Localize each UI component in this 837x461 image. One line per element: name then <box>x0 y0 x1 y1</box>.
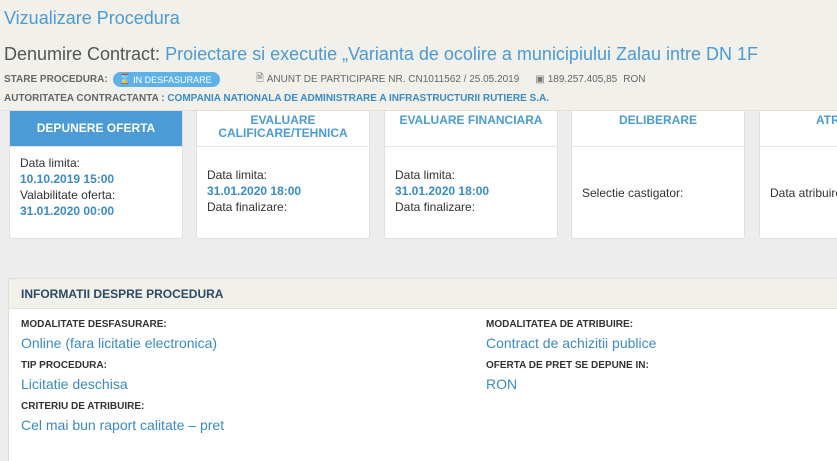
authority-label: AUTORITATEA CONTRACTANTA : <box>4 93 165 104</box>
stage-label: Selectie castigator: <box>582 186 684 200</box>
field-oferta-pret: OFERTA DE PRET SE DEPUNE IN: RON <box>486 360 649 392</box>
stage-body: Selectie castigator: <box>572 147 744 209</box>
field-criteriu-atribuire: CRITERIU DE ATRIBUIRE: Cel mai bun rapor… <box>21 401 224 433</box>
stage-label: Valabilitate oferta: <box>20 188 116 202</box>
stage-body: Data atribuire: <box>760 147 837 209</box>
hourglass-icon: ⌛ <box>118 74 132 85</box>
field-value: Licitatie deschisa <box>21 376 128 392</box>
contract-line: Denumire Contract: Proiectare si executi… <box>4 44 758 65</box>
stage-label: Data atribuire: <box>770 186 837 200</box>
panel-title: INFORMATII DESPRE PROCEDURA <box>9 279 837 309</box>
notice-link[interactable]: 🗎 ANUNT DE PARTICIPARE NR. CN1011562 / 2… <box>256 71 520 88</box>
stage-label: Data finalizare: <box>395 200 476 214</box>
stage-date: 31.01.2020 18:00 <box>207 184 302 198</box>
currency-text: RON <box>623 74 646 85</box>
stage-evaluare-financiara[interactable]: EVALUARE FINANCIARA Data limita: 31.01.2… <box>384 111 558 239</box>
stage-deliberare[interactable]: DELIBERARE Selectie castigator: <box>571 111 745 239</box>
field-label: TIP PROCEDURA: <box>21 360 107 371</box>
field-label: MODALITATEA DE ATRIBUIRE: <box>486 319 634 330</box>
amount-text: 189.257.405,85 <box>547 74 618 85</box>
status-badge: ⌛ IN DESFASURARE <box>112 72 220 87</box>
contract-label: Denumire Contract: <box>4 44 161 64</box>
page-title: Vizualizare Procedura <box>4 8 180 28</box>
stage-label: Data limita: <box>20 156 81 170</box>
notice-text: ANUNT DE PARTICIPARE NR. CN1011562 / 25.… <box>266 74 520 85</box>
stage-label: Data limita: <box>207 168 268 182</box>
field-label: CRITERIU DE ATRIBUIRE: <box>21 401 145 412</box>
field-tip-procedura: TIP PROCEDURA: Licitatie deschisa <box>21 360 128 392</box>
estimated-value: ▣ 189.257.405,85 RON <box>535 74 645 85</box>
status-label: STARE PROCEDURA: <box>4 74 108 85</box>
stage-body: Data limita: 10.10.2019 15:00 Valabilita… <box>10 147 182 227</box>
stage-body: Data limita: 31.01.2020 18:00 Data final… <box>385 147 557 223</box>
stage-label: Data limita: <box>395 168 456 182</box>
contract-name: Proiectare si executie „Varianta de ocol… <box>165 44 759 64</box>
stage-evaluare-tehnica[interactable]: EVALUARE CALIFICARE/TEHNICA Data limita:… <box>196 111 370 239</box>
stage-title: DEPUNERE OFERTA <box>10 111 182 147</box>
money-icon: ▣ <box>535 74 545 85</box>
field-label: OFERTA DE PRET SE DEPUNE IN: <box>486 360 649 371</box>
meta-line: STARE PROCEDURA: ⌛ IN DESFASURARE 🗎 ANUN… <box>4 71 645 88</box>
stage-body: Data limita: 31.01.2020 18:00 Data final… <box>197 147 369 223</box>
status-badge-text: IN DESFASURARE <box>133 74 212 85</box>
procedure-header: Vizualizare Procedura Denumire Contract:… <box>0 0 837 111</box>
stage-date: 31.01.2020 00:00 <box>20 204 115 218</box>
stage-title: DELIBERARE <box>572 111 744 147</box>
field-value: RON <box>486 376 518 392</box>
stage-title: EVALUARE CALIFICARE/TEHNICA <box>197 111 369 147</box>
field-value: Contract de achizitii publice <box>486 335 657 351</box>
field-label: MODALITATE DESFASURARE: <box>21 319 167 330</box>
stage-label: Data finalizare: <box>207 200 288 214</box>
field-modalitate-desfasurare: MODALITATE DESFASURARE: Online (fara lic… <box>21 319 217 351</box>
stage-date: 31.01.2020 18:00 <box>395 184 490 198</box>
stage-title: ATRIBUIRE <box>760 111 837 147</box>
stage-atribuire[interactable]: ATRIBUIRE Data atribuire: <box>759 111 837 239</box>
field-value: Cel mai bun raport calitate – pret <box>21 417 225 433</box>
document-icon: 🗎 <box>255 73 264 84</box>
field-modalitate-atribuire: MODALITATEA DE ATRIBUIRE: Contract de ac… <box>486 319 656 351</box>
stage-title: EVALUARE FINANCIARA <box>385 111 557 147</box>
procedure-info-panel: INFORMATII DESPRE PROCEDURA MODALITATE D… <box>8 278 837 461</box>
field-value: Online (fara licitatie electronica) <box>21 335 218 351</box>
authority-line: AUTORITATEA CONTRACTANTA : COMPANIA NATI… <box>4 93 549 104</box>
authority-link[interactable]: COMPANIA NATIONALA DE ADMINISTRARE A INF… <box>167 93 549 104</box>
stage-depunere-oferta[interactable]: DEPUNERE OFERTA Data limita: 10.10.2019 … <box>9 111 183 239</box>
stage-date: 10.10.2019 15:00 <box>20 172 115 186</box>
